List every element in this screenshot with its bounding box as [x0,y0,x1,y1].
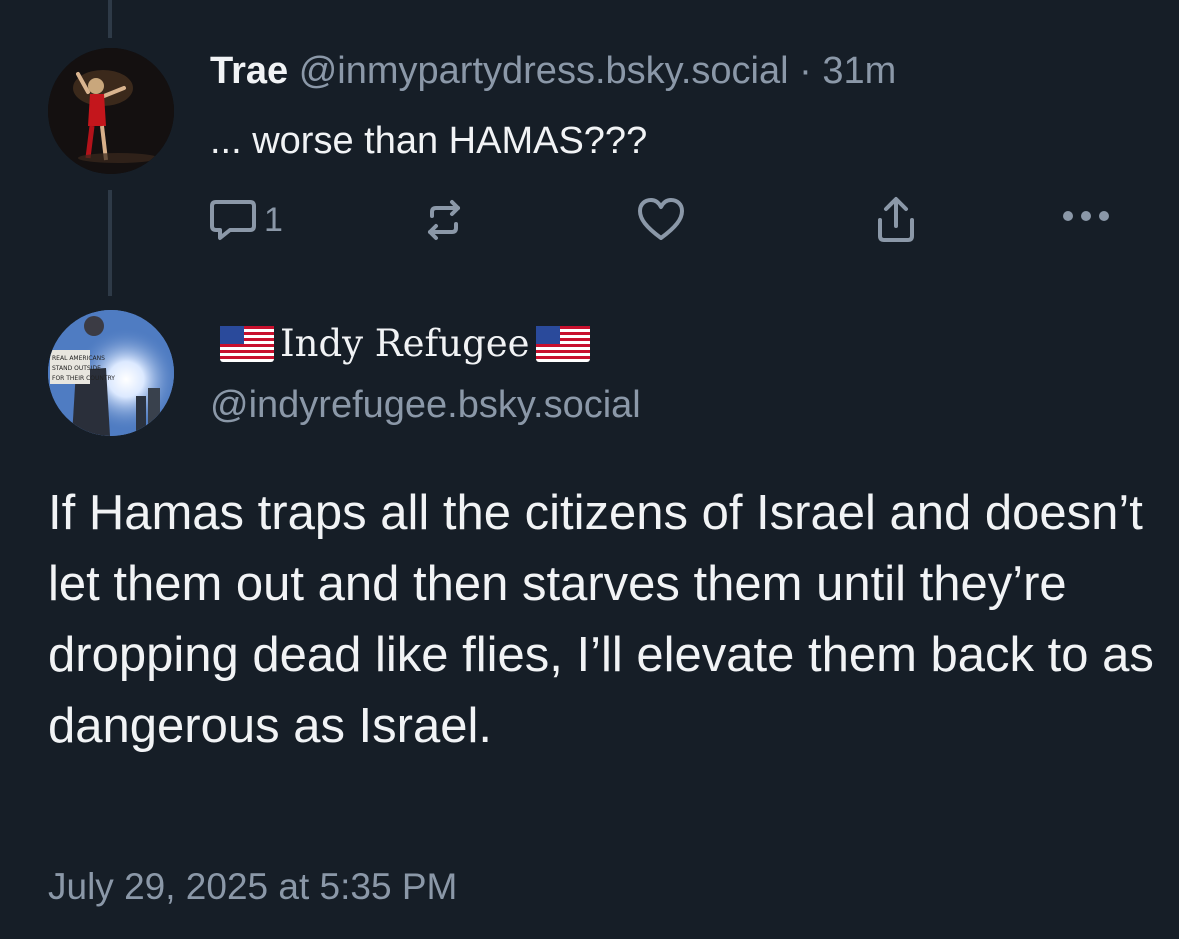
avatar[interactable] [48,48,174,174]
reply-text: ... worse than HAMAS??? [210,120,648,162]
heart-icon [636,196,686,242]
share-button[interactable] [872,194,920,244]
svg-text:FOR THEIR COUNTRY: FOR THEIR COUNTRY [52,375,115,382]
thread-view: Trae @inmypartydress.bsky.social · 31m .… [0,0,1179,939]
avatar[interactable]: REAL AMERICANS STAND OUTSIDE FOR THEIR C… [48,310,174,436]
reply-bubble-icon [208,198,258,242]
reply-header: Trae @inmypartydress.bsky.social · 31m [210,50,896,93]
reply-time[interactable]: 31m [822,50,896,92]
more-options-button[interactable] [1060,208,1112,224]
thread-connector-line [108,190,112,296]
reply-separator: · [799,50,812,92]
repost-icon [420,196,468,244]
post-author-name-text: Indy Refugee [280,322,530,365]
more-dots-icon [1060,208,1112,224]
avatar-sign-text: REAL AMERICANS [52,355,105,362]
repost-button[interactable] [420,196,468,244]
post-author-handle[interactable]: @indyrefugee.bsky.social [210,384,641,427]
us-flag-icon [535,325,590,362]
svg-text:STAND OUTSIDE: STAND OUTSIDE [52,365,101,372]
reply-author-handle[interactable]: @inmypartydress.bsky.social [299,50,789,92]
post-body-text: If Hamas traps all the citizens of Israe… [48,486,1154,753]
thread-connector-line [108,0,112,38]
share-icon [872,194,920,244]
reply-button[interactable]: 1 [208,198,283,242]
reply-author-name[interactable]: Trae [210,50,288,92]
us-flag-icon [220,325,274,362]
reply-count: 1 [264,200,283,239]
post-author-name[interactable]: Indy Refugee [214,322,596,365]
post-timestamp: July 29, 2025 at 5:35 PM [48,866,458,907]
like-button[interactable] [636,196,686,242]
